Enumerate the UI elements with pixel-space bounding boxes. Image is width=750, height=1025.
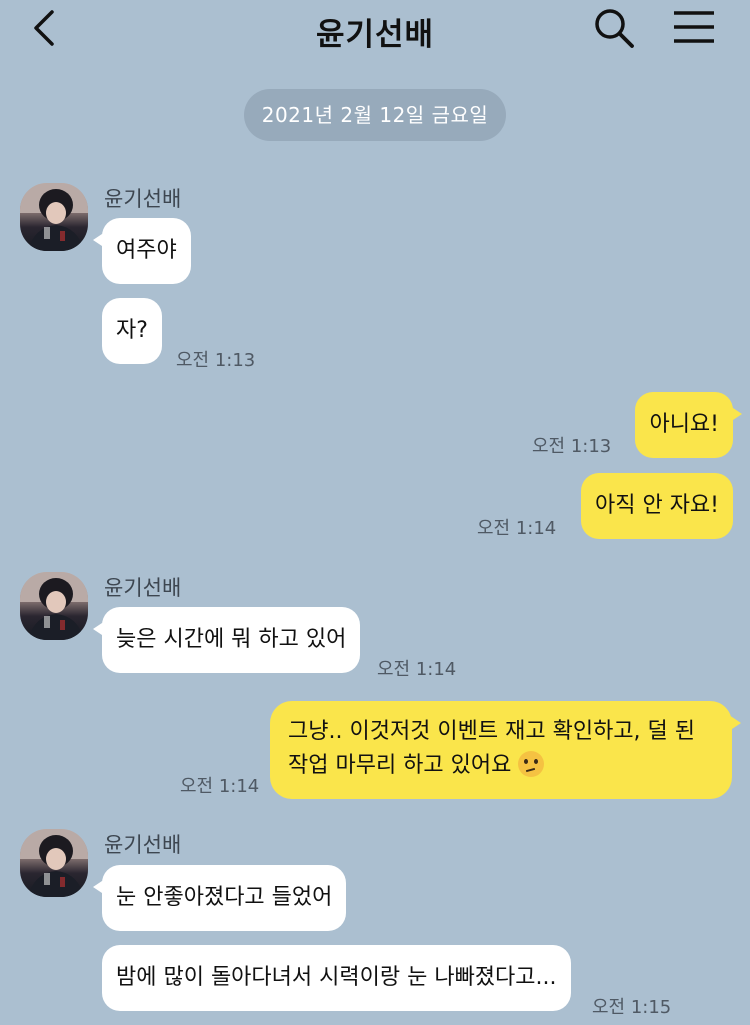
message-time: 오전 1:13 [532, 436, 612, 457]
thinking-face-emoji [518, 751, 545, 777]
avatar[interactable] [20, 183, 88, 251]
message-text: 밤에 많이 돌아다녀서 시력이랑 눈 나빠졌다고... [116, 965, 557, 990]
message-time: 오전 1:14 [477, 518, 557, 539]
message-text: 눈 안좋아졌다고 들었어 [116, 885, 333, 910]
profile-photo [20, 183, 88, 251]
sender-name: 윤기선배 [104, 187, 182, 211]
message-text: 그냥.. 이것저것 이벤트 재고 확인하고, 덜 된 작업 마무리 하고 있어요 [288, 719, 696, 778]
message-time: 오전 1:14 [180, 776, 260, 797]
avatar[interactable] [20, 572, 88, 640]
avatar[interactable] [20, 829, 88, 897]
message-text: 여주야 [116, 238, 177, 263]
outgoing-message[interactable]: 아니요! [635, 392, 742, 458]
incoming-message[interactable]: 늦은 시간에 뭐 하고 있어 [92, 607, 361, 673]
outgoing-message[interactable]: 그냥.. 이것저것 이벤트 재고 확인하고, 덜 된 작업 마무리 하고 있어요 [270, 701, 741, 799]
sender-name: 윤기선배 [104, 576, 182, 600]
incoming-message[interactable]: 밤에 많이 돌아다녀서 시력이랑 눈 나빠졌다고... [102, 945, 571, 1011]
message-time: 오전 1:13 [176, 350, 256, 371]
search-icon[interactable] [592, 6, 636, 50]
message-text: 늦은 시간에 뭐 하고 있어 [116, 627, 347, 652]
date-divider: 2021년 2월 12일 금요일 [244, 89, 506, 141]
chat-title: 윤기선배 [315, 17, 435, 53]
message-time: 오전 1:15 [592, 997, 672, 1018]
incoming-message[interactable]: 자? [102, 298, 162, 364]
message-time: 오전 1:14 [377, 659, 457, 680]
menu-icon[interactable] [672, 10, 716, 44]
sender-name: 윤기선배 [104, 833, 182, 857]
message-text: 아직 안 자요! [594, 493, 719, 518]
chat-header: 윤기선배 [0, 0, 750, 60]
message-text: 자? [116, 318, 148, 343]
profile-photo [20, 829, 88, 897]
incoming-message[interactable]: 여주야 [93, 218, 191, 284]
profile-photo [20, 572, 88, 640]
outgoing-message[interactable]: 아직 안 자요! [580, 473, 733, 539]
message-text: 아니요! [649, 412, 719, 437]
incoming-message[interactable]: 눈 안좋아졌다고 들었어 [92, 865, 347, 931]
